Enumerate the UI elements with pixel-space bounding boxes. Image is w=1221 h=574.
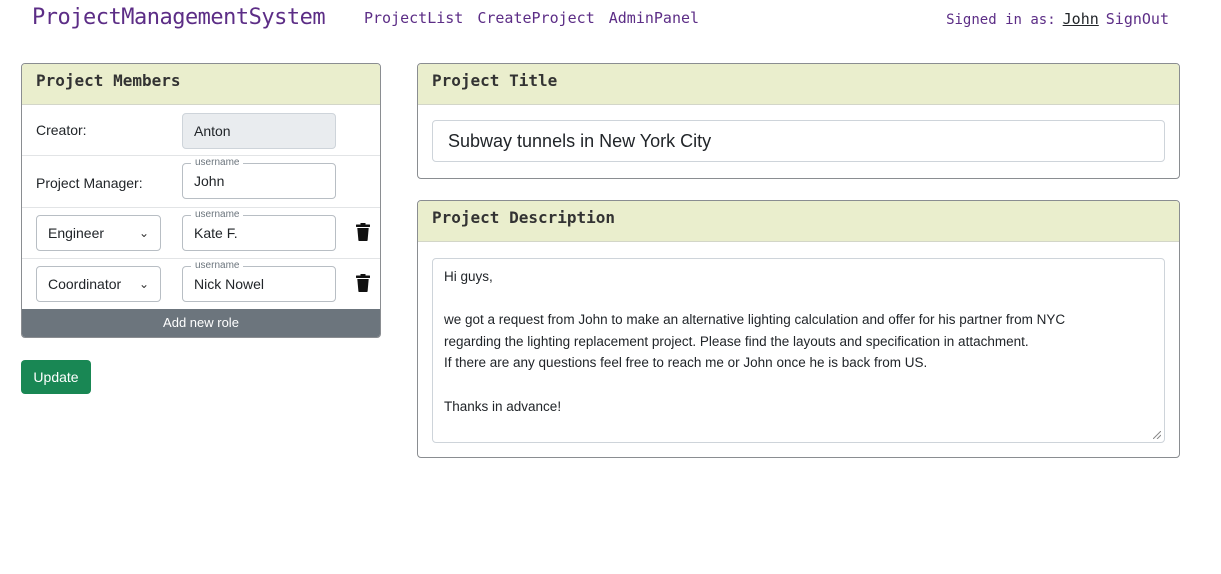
- role-select-value: Engineer: [48, 225, 105, 241]
- project-description-card: Project Description Hi guys, we got a re…: [417, 200, 1180, 458]
- description-line: [444, 288, 1153, 310]
- user-area: Signed in as: John SignOut: [946, 10, 1169, 28]
- project-manager-row: Project Manager: username John: [22, 155, 380, 208]
- project-description-header: Project Description: [418, 201, 1179, 242]
- role-select[interactable]: Coordinator ⌄: [36, 266, 161, 302]
- chevron-down-icon: ⌄: [138, 226, 149, 240]
- nav-admin-panel[interactable]: AdminPanel: [609, 9, 699, 27]
- role-row: Coordinator ⌄ username Nick Nowel: [22, 258, 380, 309]
- project-title-card: Project Title Subway tunnels in New York…: [417, 63, 1180, 179]
- app-brand[interactable]: ProjectManagementSystem: [32, 5, 326, 30]
- description-line: regarding the lighting replacement proje…: [444, 333, 1029, 349]
- username-float-label: username: [191, 259, 244, 273]
- resize-handle-icon[interactable]: [1153, 431, 1161, 439]
- role-username-value: Nick Nowel: [194, 276, 265, 292]
- trash-icon[interactable]: [356, 274, 370, 292]
- nav-project-list[interactable]: ProjectList: [364, 9, 463, 27]
- signout-link[interactable]: SignOut: [1106, 10, 1169, 28]
- description-line: we got a request from John to make an al…: [444, 312, 1066, 328]
- creator-label: Creator:: [36, 122, 87, 138]
- username-link[interactable]: John: [1063, 10, 1099, 28]
- project-members-header: Project Members: [22, 64, 380, 105]
- project-manager-field[interactable]: username John: [182, 156, 336, 199]
- project-manager-label: Project Manager:: [36, 175, 143, 191]
- username-float-label: username: [191, 208, 244, 222]
- role-select[interactable]: Engineer ⌄: [36, 215, 161, 251]
- description-line: Thanks in advance!: [444, 398, 562, 414]
- project-description-textarea[interactable]: Hi guys, we got a request from John to m…: [432, 258, 1165, 443]
- role-select-value: Coordinator: [48, 276, 122, 292]
- project-members-card: Project Members Creator: Anton Project M…: [21, 63, 381, 338]
- main-nav: ProjectList CreateProject AdminPanel: [364, 9, 699, 27]
- add-new-role-button[interactable]: Add new role: [22, 309, 380, 337]
- role-username-field[interactable]: username Nick Nowel: [182, 259, 336, 302]
- role-row: Engineer ⌄ username Kate F.: [22, 207, 380, 259]
- username-float-label: username: [191, 156, 244, 170]
- project-manager-value: John: [194, 173, 225, 189]
- creator-field: Anton: [182, 113, 336, 149]
- project-title-input[interactable]: Subway tunnels in New York City: [432, 120, 1165, 162]
- project-title-header: Project Title: [418, 64, 1179, 105]
- description-line: Hi guys,: [444, 269, 493, 284]
- update-button[interactable]: Update: [21, 360, 91, 394]
- description-line: If there are any questions feel free to …: [444, 355, 928, 371]
- role-username-value: Kate F.: [194, 225, 238, 241]
- signed-in-label: Signed in as:: [946, 12, 1056, 28]
- description-line: [444, 374, 1153, 396]
- role-username-field[interactable]: username Kate F.: [182, 208, 336, 251]
- trash-icon[interactable]: [356, 223, 370, 241]
- creator-row: Creator: Anton: [22, 105, 380, 156]
- nav-create-project[interactable]: CreateProject: [477, 9, 594, 27]
- chevron-down-icon: ⌄: [138, 277, 149, 291]
